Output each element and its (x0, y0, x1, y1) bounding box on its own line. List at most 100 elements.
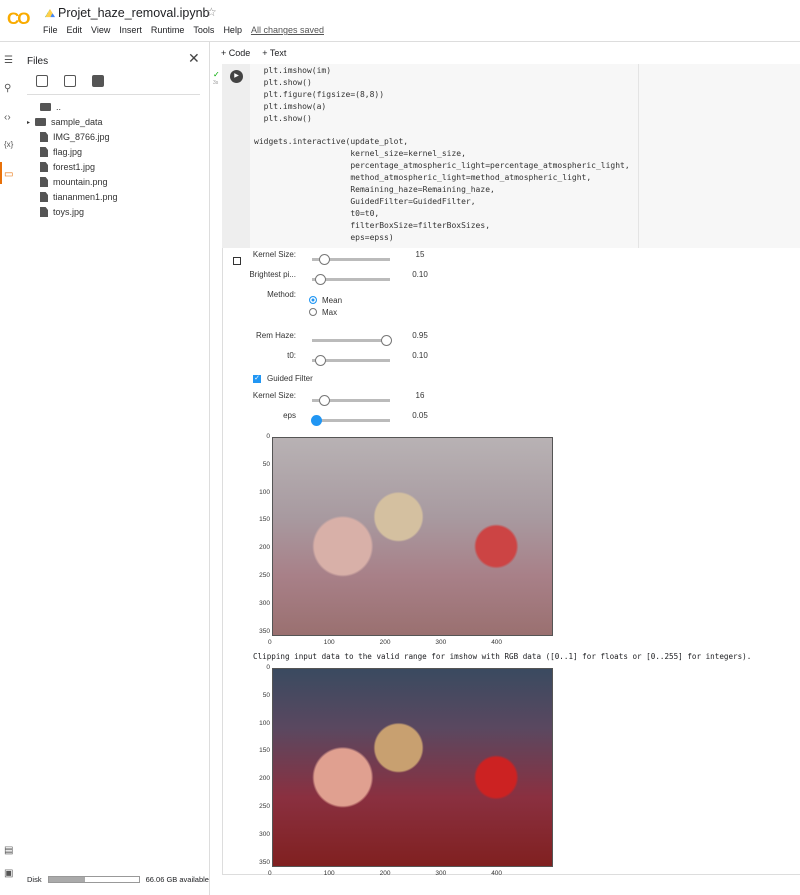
run-cell-button[interactable]: ▶ (230, 70, 243, 83)
cell-gutter (222, 64, 250, 248)
code-snippets-icon[interactable]: ‹› (4, 112, 11, 123)
active-indicator (0, 162, 2, 184)
star-icon[interactable]: ☆ (206, 5, 217, 19)
slider-handle[interactable] (314, 274, 326, 285)
close-icon[interactable]: ✕ (188, 50, 200, 67)
x-tick-label: 100 (323, 870, 335, 877)
folder-sample-data[interactable]: ▸ sample_data (27, 117, 103, 127)
menu-file[interactable]: File (43, 25, 58, 35)
refresh-folder-icon[interactable] (64, 75, 76, 87)
y-tick-label: 250 (259, 803, 270, 810)
radio-max[interactable]: Max (309, 306, 369, 318)
file-item[interactable]: toys.jpg (40, 207, 84, 217)
code-editor[interactable]: plt.imshow(im) plt.show() plt.figure(fig… (250, 64, 638, 248)
variables-icon[interactable]: {x} (4, 140, 13, 149)
drive-icon (45, 9, 55, 18)
file-item[interactable]: IMG_8766.jpg (40, 132, 110, 142)
y-tick-label: 200 (259, 544, 270, 552)
notebook-toolbar: + Code + Text (211, 42, 800, 64)
x-tick-label: 0 (268, 639, 272, 646)
y-tick-label: 300 (259, 599, 270, 607)
slider-track[interactable] (312, 355, 390, 366)
x-tick-label: 0 (268, 870, 272, 877)
exec-time: 3s (213, 80, 219, 86)
file-icon (40, 162, 48, 172)
chevron-right-icon[interactable]: ▸ (27, 119, 30, 126)
terminal-icon[interactable]: ▣ (4, 868, 13, 879)
file-icon (40, 192, 48, 202)
checkbox-icon[interactable]: ✓ (253, 374, 261, 383)
menu-help[interactable]: Help (223, 25, 242, 35)
file-icon (40, 132, 48, 142)
file-item[interactable]: flag.jpg (40, 147, 82, 157)
y-tick-label: 300 (259, 830, 270, 838)
colab-logo[interactable]: CO (7, 9, 30, 29)
disk-usage: Disk 66.06 GB available (27, 875, 209, 884)
notebook-title[interactable]: Projet_haze_removal.ipynb (58, 6, 209, 20)
disk-fill (48, 877, 85, 882)
x-tick-label: 200 (379, 639, 391, 646)
divider (27, 94, 200, 95)
search-icon[interactable]: ⚲ (4, 83, 11, 94)
x-tick-label: 400 (491, 639, 503, 646)
slider-handle[interactable] (318, 254, 330, 265)
file-icon (40, 177, 48, 187)
x-tick-label: 400 (491, 870, 503, 877)
save-status[interactable]: All changes saved (251, 25, 324, 35)
menu-insert[interactable]: Insert (119, 25, 142, 35)
check-icon: ✓ (213, 70, 220, 79)
slider-track[interactable] (310, 415, 390, 426)
slider-handle[interactable] (310, 415, 322, 426)
hazy-image-plot (272, 437, 553, 636)
y-tick-label: 200 (259, 775, 270, 783)
slider-handle[interactable] (314, 355, 326, 366)
file-parent[interactable]: .. (40, 102, 61, 112)
file-item[interactable]: mountain.png (40, 177, 108, 187)
menu-runtime[interactable]: Runtime (151, 25, 185, 35)
toc-icon[interactable]: ☰ (4, 55, 13, 66)
mount-drive-icon[interactable] (92, 75, 104, 87)
slider-track[interactable] (312, 335, 393, 346)
command-palette-icon[interactable]: ▤ (4, 845, 13, 856)
icon-rail: ☰ ⚲ ‹› {x} ▭ ▤ ▣ (0, 42, 22, 895)
files-panel: Files ✕ .. ▸ sample_data IMG_8766.jpg fla… (22, 42, 210, 895)
slider-track[interactable] (312, 254, 390, 265)
code-editor-margin (638, 64, 800, 248)
x-tick-label: 300 (435, 639, 447, 646)
y-tick-label: 100 (259, 719, 270, 727)
panel-title: Files (27, 56, 49, 67)
menu-edit[interactable]: Edit (67, 25, 83, 35)
dehazed-image-plot (272, 668, 553, 867)
y-tick-label: 150 (259, 516, 270, 524)
x-tick-label: 100 (323, 639, 335, 646)
warning-text: Clipping input data to the valid range f… (253, 652, 752, 661)
file-item[interactable]: forest1.jpg (40, 162, 95, 172)
file-icon (40, 207, 48, 217)
y-tick-label: 0 (266, 664, 270, 671)
y-tick-label: 250 (259, 572, 270, 579)
menu-tools[interactable]: Tools (193, 25, 214, 35)
y-tick-label: 0 (266, 433, 270, 440)
header: CO Projet_haze_removal.ipynb ☆ File Edit… (0, 0, 800, 42)
file-icon (40, 147, 48, 157)
menu-view[interactable]: View (91, 25, 110, 35)
upload-icon[interactable] (36, 75, 48, 87)
folder-icon (35, 118, 47, 126)
file-item[interactable]: tiananmen1.png (40, 192, 118, 202)
slider-track[interactable] (312, 395, 390, 406)
menu-bar: File Edit View Insert Runtime Tools Help… (43, 25, 324, 35)
y-tick-label: 50 (262, 460, 270, 468)
add-code-button[interactable]: + Code (221, 48, 250, 58)
y-tick-label: 100 (259, 488, 270, 496)
y-tick-label: 350 (259, 858, 270, 866)
y-tick-label: 350 (259, 627, 270, 635)
add-text-button[interactable]: + Text (262, 48, 286, 58)
y-tick-label: 150 (259, 747, 270, 755)
y-tick-label: 50 (262, 691, 270, 699)
folder-icon[interactable]: ▭ (4, 169, 13, 180)
x-tick-label: 200 (379, 870, 391, 877)
slider-track[interactable] (312, 274, 390, 285)
disk-bar (47, 876, 140, 883)
guided-filter-checkbox[interactable]: ✓ Guided Filter (253, 374, 313, 383)
radio-mean[interactable]: Mean (309, 294, 369, 306)
